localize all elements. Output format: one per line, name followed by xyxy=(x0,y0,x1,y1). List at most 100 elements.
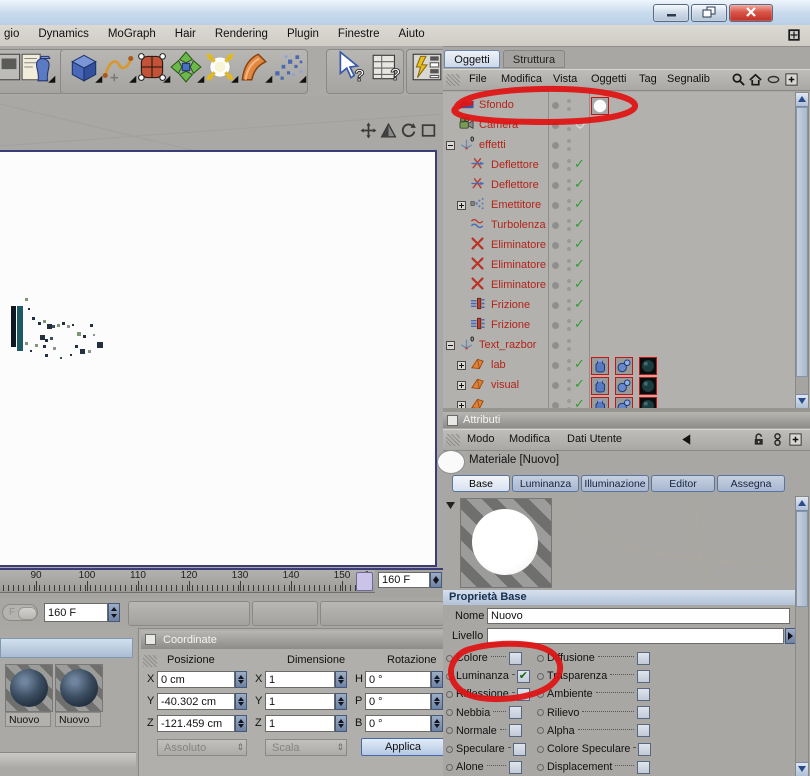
attr-scrollbar-thumb[interactable] xyxy=(796,511,808,607)
toolbar-symmetry-button[interactable] xyxy=(169,50,208,87)
enabled-check-icon[interactable]: ✓ xyxy=(574,296,585,312)
enabled-check-icon[interactable]: ✓ xyxy=(574,196,585,212)
channel-checkbox[interactable]: ✔ xyxy=(516,669,530,683)
editor-dot[interactable] xyxy=(567,299,571,303)
object-manager-grip[interactable] xyxy=(446,74,460,86)
position-spinner-x[interactable] xyxy=(235,671,247,688)
object-row-camera[interactable]: Camera xyxy=(443,116,795,136)
object-row-eliminatore[interactable]: Eliminatore ✓ xyxy=(443,256,795,276)
toolbar-render-settings-button[interactable] xyxy=(20,50,59,87)
editor-dot[interactable] xyxy=(567,219,571,223)
visibility-dot[interactable] xyxy=(552,282,559,289)
apply-button[interactable]: Applica xyxy=(361,738,445,756)
editor-dot[interactable] xyxy=(567,179,571,183)
viewport-scale-icon[interactable] xyxy=(380,122,397,139)
dimension-spinner-y[interactable] xyxy=(335,693,347,710)
object-name[interactable]: Eliminatore xyxy=(491,259,546,271)
expander-plus-icon[interactable] xyxy=(457,201,466,210)
expander-minus-icon[interactable] xyxy=(446,141,455,150)
object-name[interactable]: Deflettore xyxy=(491,179,539,191)
position-spinner-z[interactable] xyxy=(235,715,247,732)
channel-checkbox[interactable] xyxy=(509,724,522,738)
object-row-lab[interactable]: lab ✓ xyxy=(443,356,795,376)
rotation-input-h[interactable]: 0 ° xyxy=(365,671,431,688)
menu-item-aiuto[interactable]: Aiuto xyxy=(398,25,424,40)
menu-item-plugin[interactable]: Plugin xyxy=(287,25,319,40)
object-row-deflettore[interactable]: Deflettore ✓ xyxy=(443,156,795,176)
menu-item-oggetti[interactable]: Oggetti xyxy=(591,73,626,85)
editor-dot[interactable] xyxy=(567,99,571,103)
menu-item-segnalib[interactable]: Segnalib xyxy=(667,73,710,85)
menu-item-mograph[interactable]: MoGraph xyxy=(108,25,156,40)
attr-scroll-up-icon[interactable] xyxy=(796,497,808,511)
scroll-up-icon[interactable] xyxy=(796,93,808,107)
anim-ring-icon[interactable] xyxy=(446,709,453,717)
object-row-sfondo[interactable]: Sfondo xyxy=(443,96,795,116)
viewport-move-icon[interactable] xyxy=(360,122,377,139)
menu-item-gio[interactable]: gio xyxy=(4,25,19,40)
menu-item-rendering[interactable]: Rendering xyxy=(215,25,268,40)
toolbar-spline-button[interactable] xyxy=(101,50,140,87)
object-row-effetti[interactable]: 0 effetti xyxy=(443,136,795,156)
menu-item-finestre[interactable]: Finestre xyxy=(338,25,380,40)
dimension-input-z[interactable]: 1 xyxy=(265,715,335,732)
object-list-scrollbar[interactable] xyxy=(795,92,809,408)
material-dark-tag[interactable] xyxy=(639,397,657,408)
enabled-check-icon[interactable]: ✓ xyxy=(574,176,585,192)
material-thumbnail[interactable] xyxy=(55,664,103,712)
expand-panel-icon[interactable] xyxy=(787,28,801,42)
viewport-rotate-icon[interactable] xyxy=(400,122,417,139)
scrollbar-thumb[interactable] xyxy=(796,107,808,377)
anim-ring-icon[interactable] xyxy=(446,690,453,698)
object-name[interactable]: Deflettore xyxy=(491,159,539,171)
render-dot[interactable] xyxy=(567,367,571,371)
rotation-spinner-h[interactable] xyxy=(431,671,443,688)
anim-ring-icon[interactable] xyxy=(537,690,544,698)
viewport-maximize-icon[interactable] xyxy=(420,122,437,139)
editor-dot[interactable] xyxy=(567,159,571,163)
timeline-playhead[interactable] xyxy=(356,572,373,591)
viewport[interactable] xyxy=(0,96,441,568)
menu-item-modo[interactable]: Modo xyxy=(467,433,495,445)
visibility-dot[interactable] xyxy=(552,322,559,329)
rotation-spinner-b[interactable] xyxy=(431,715,443,732)
object-name[interactable]: Sfondo xyxy=(479,99,514,111)
dimension-input-y[interactable]: 1 xyxy=(265,693,335,710)
object-name[interactable]: Frizione xyxy=(491,319,530,331)
anim-ring-icon[interactable] xyxy=(537,745,544,753)
expander-minus-icon[interactable] xyxy=(446,341,455,350)
channel-checkbox[interactable] xyxy=(638,742,652,756)
menu-item-modifica[interactable]: Modifica xyxy=(509,433,550,445)
anim-ring-icon[interactable] xyxy=(446,672,453,680)
tab-luminanza[interactable]: Luminanza xyxy=(512,475,579,492)
render-dot[interactable] xyxy=(567,107,571,111)
visibility-dot[interactable] xyxy=(552,122,559,129)
current-frame-field[interactable]: 160 F xyxy=(44,603,108,622)
position-input-y[interactable]: -40.302 cm xyxy=(157,693,235,710)
dimension-input-x[interactable]: 1 xyxy=(265,671,335,688)
enabled-check-icon[interactable]: ✓ xyxy=(574,236,585,252)
tab-editor[interactable]: Editor xyxy=(651,475,715,492)
visibility-dot[interactable] xyxy=(552,262,559,269)
material-name[interactable]: Nuovo xyxy=(5,712,51,727)
collapse-triangle-icon[interactable] xyxy=(446,501,455,509)
visibility-dot[interactable] xyxy=(552,182,559,189)
double-circle-icon[interactable] xyxy=(770,432,785,447)
editor-dot[interactable] xyxy=(567,199,571,203)
menu-item-file[interactable]: File xyxy=(469,73,487,85)
enabled-check-icon[interactable]: ✓ xyxy=(574,396,585,408)
position-input-z[interactable]: -121.459 cm xyxy=(157,715,235,732)
toolbar-layout-button[interactable] xyxy=(410,50,444,84)
toolbar-hypernurbs-button[interactable] xyxy=(135,50,174,87)
render-dot[interactable] xyxy=(567,207,571,211)
render-dot[interactable] xyxy=(567,147,571,151)
position-input-x[interactable]: 0 cm xyxy=(157,671,235,688)
visibility-dot[interactable] xyxy=(552,142,559,149)
jug-tag[interactable] xyxy=(591,377,609,395)
object-name[interactable]: Emettitore xyxy=(491,199,541,211)
object-row-frizione[interactable]: Frizione ✓ xyxy=(443,296,795,316)
material-preview[interactable] xyxy=(460,498,552,588)
object-row-frizione[interactable]: Frizione ✓ xyxy=(443,316,795,336)
render-dot[interactable] xyxy=(567,387,571,391)
close-button[interactable] xyxy=(729,4,773,22)
